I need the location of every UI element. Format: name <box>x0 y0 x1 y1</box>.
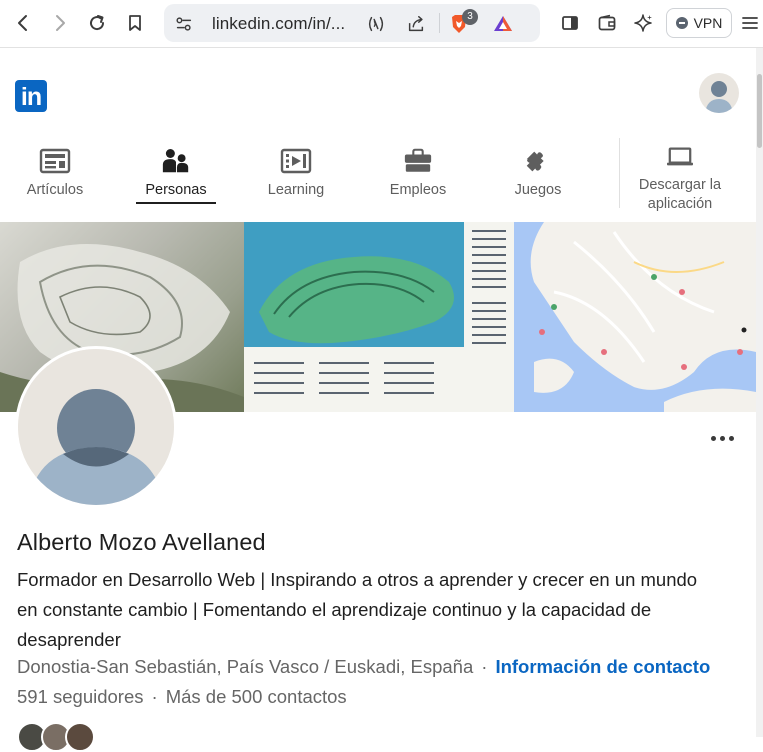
network-row: 591 seguidores · Más de 500 contactos <box>17 686 347 708</box>
nav-item-articles[interactable]: Artículos <box>20 138 90 206</box>
dot <box>719 435 725 441</box>
followers-count[interactable]: 591 seguidores <box>17 686 144 707</box>
learning-icon <box>280 146 312 176</box>
site-settings-icon[interactable] <box>173 13 195 35</box>
address-bar[interactable]: linkedin.com/in/... 3 <box>164 4 540 42</box>
nav-label: Artículos <box>26 182 84 198</box>
nav-item-jobs[interactable]: Empleos <box>383 138 453 206</box>
dot <box>728 435 734 441</box>
active-tab-indicator <box>136 202 216 204</box>
brave-rewards-icon[interactable] <box>492 13 514 35</box>
location-row: Donostia-San Sebastián, País Vasco / Eus… <box>17 656 710 678</box>
games-puzzle-icon <box>522 146 554 176</box>
scrollbar-thumb[interactable] <box>757 74 762 148</box>
profile-photo[interactable] <box>15 346 177 508</box>
forward-icon[interactable] <box>45 8 75 38</box>
share-icon[interactable] <box>405 13 427 35</box>
default-avatar-icon <box>18 349 174 505</box>
separator: · <box>481 656 488 677</box>
urlbar-divider <box>439 13 440 33</box>
laptop-icon <box>664 142 696 172</box>
reload-icon[interactable] <box>82 8 112 38</box>
vpn-label: VPN <box>693 15 723 31</box>
profile-headline: Formador en Desarrollo Web | Inspirando … <box>17 569 698 650</box>
menu-icon[interactable] <box>737 8 763 38</box>
banner-city-map <box>514 222 756 412</box>
leo-ai-icon[interactable] <box>629 8 659 38</box>
url-text[interactable]: linkedin.com/in/... <box>212 14 345 34</box>
more-options-button[interactable] <box>704 426 740 450</box>
nav-item-learning[interactable]: Learning <box>261 138 331 206</box>
sidebar-icon[interactable] <box>555 8 585 38</box>
nav-label: Personas <box>145 182 207 198</box>
page-scrollbar[interactable] <box>756 48 763 737</box>
mutual-connections-avatars[interactable] <box>17 722 117 752</box>
reader-mode-icon[interactable] <box>365 13 387 35</box>
articles-icon <box>39 146 71 176</box>
nav-item-games[interactable]: Juegos <box>503 138 573 206</box>
download-app-button[interactable]: Descargar la aplicación <box>620 138 740 214</box>
bookmark-icon[interactable] <box>120 8 150 38</box>
vpn-button[interactable]: VPN <box>666 8 732 38</box>
vpn-status-icon <box>675 17 688 29</box>
contact-info-link[interactable]: Información de contacto <box>495 656 710 677</box>
linkedin-logo[interactable]: in <box>15 80 47 112</box>
banner-island-map <box>244 222 514 412</box>
nav-label: Empleos <box>389 182 447 198</box>
back-icon[interactable] <box>8 8 38 38</box>
nav-item-people[interactable]: Personas <box>136 138 216 206</box>
profile-name: Alberto Mozo Avellaned <box>17 529 266 555</box>
download-app-label: Descargar la aplicación <box>638 177 722 212</box>
nav-label: Juegos <box>514 182 562 198</box>
wallet-icon[interactable] <box>592 8 622 38</box>
user-avatar[interactable] <box>699 73 739 113</box>
mutual-avatar <box>65 722 95 752</box>
profile-location: Donostia-San Sebastián, País Vasco / Eus… <box>17 656 474 677</box>
jobs-briefcase-icon <box>402 146 434 176</box>
dot <box>710 435 716 441</box>
people-icon <box>160 146 192 176</box>
nav-label: Learning <box>267 182 325 198</box>
browser-toolbar: linkedin.com/in/... 3 VPN <box>0 0 763 48</box>
separator: · <box>151 686 158 707</box>
connections-count[interactable]: Más de 500 contactos <box>166 686 347 707</box>
shields-count-badge: 3 <box>462 9 478 25</box>
